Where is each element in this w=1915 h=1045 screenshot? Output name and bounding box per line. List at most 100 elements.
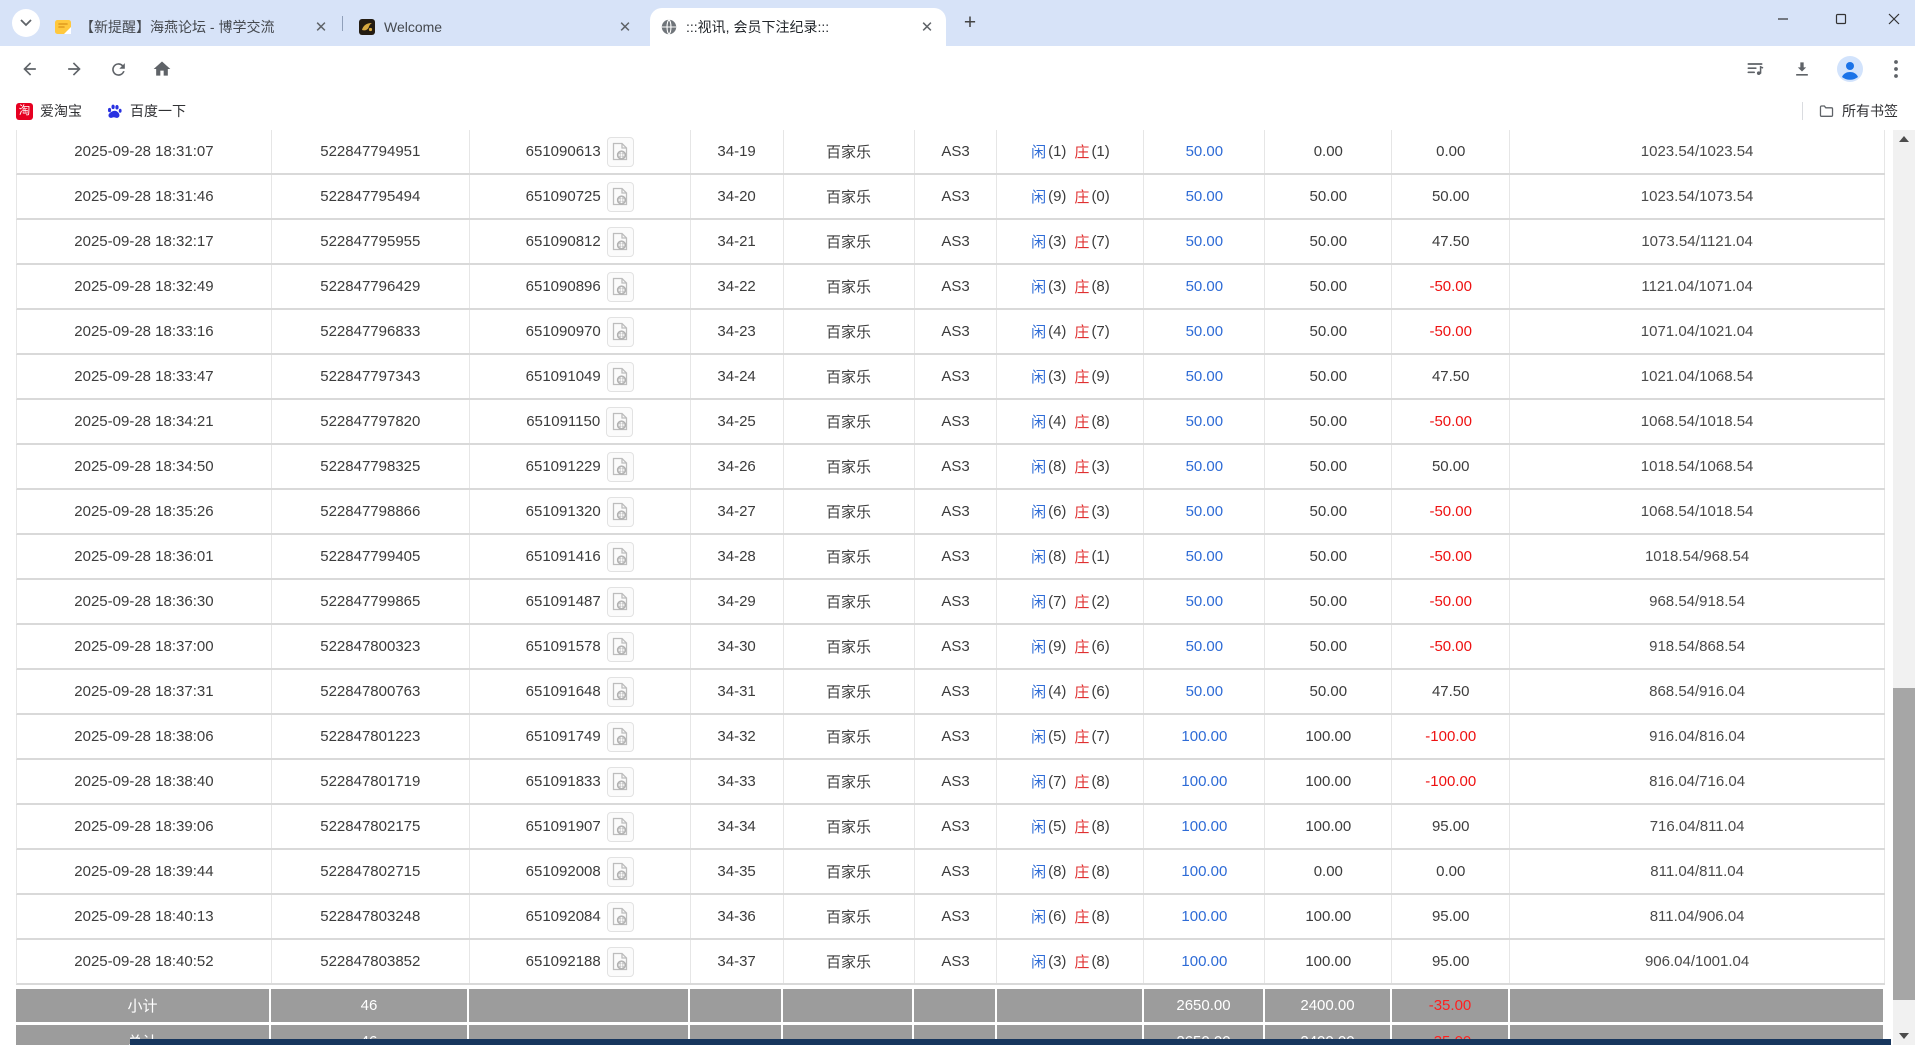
cell-round: 34-37 [691,940,784,983]
cell-round: 34-21 [691,220,784,263]
cell-result: 闲 (3) 庄 (7) [997,220,1145,263]
cell-table-code: AS3 [915,670,998,713]
cell-table-code: AS3 [915,940,998,983]
tab-close-icon[interactable]: ✕ [312,18,330,36]
vertical-scrollbar[interactable] [1893,130,1915,1045]
cell-valid-amount: 100.00 [1265,760,1393,803]
cell-valid-amount: 50.00 [1265,580,1393,623]
banker-label: 庄 [1074,684,1090,701]
tab-search-chevron-icon[interactable] [12,9,40,37]
game-id-text: 651091578 [525,638,601,655]
banker-label: 庄 [1074,144,1090,161]
cell-table-code: AS3 [915,220,998,263]
reload-icon[interactable] [106,57,130,81]
cell-win-loss: 50.00 [1392,175,1511,218]
player-label: 闲 [1031,234,1047,251]
kebab-menu-icon[interactable] [1884,57,1908,81]
bookmarks-bar: 淘 爱淘宝 百度一下 所有书签 [0,92,1915,130]
cell-game-name: 百家乐 [784,715,915,758]
cell-round: 34-35 [691,850,784,893]
cell-bet-amount: 50.00 [1144,220,1266,263]
cell-game-id: 651091487 [470,580,691,623]
new-tab-button[interactable]: + [958,12,982,36]
all-bookmarks-button[interactable]: 所有书签 [1812,98,1904,124]
game-id-text: 651090812 [525,233,601,250]
bookmark-baidu[interactable]: 百度一下 [100,98,192,124]
video-replay-icon[interactable] [606,316,634,347]
video-replay-icon[interactable] [606,811,634,842]
scrollbar-thumb[interactable] [1893,688,1915,1000]
window-maximize-button[interactable] [1818,0,1864,38]
bookmark-label: 爱淘宝 [40,103,82,119]
video-replay-icon[interactable] [606,451,634,482]
cell-game-name: 百家乐 [784,310,915,353]
table-row: 2025-09-28 18:34:21 522847797820 6510911… [16,400,1885,445]
video-replay-icon[interactable] [606,271,634,302]
cell-time: 2025-09-28 18:40:52 [17,940,272,983]
video-replay-icon[interactable] [606,766,634,797]
cell-bet-id: 522847800763 [272,670,470,713]
table-body: 2025-09-28 18:31:07 522847794951 6510906… [16,130,1885,985]
video-replay-icon[interactable] [606,136,634,167]
banker-label: 庄 [1074,234,1090,251]
player-label: 闲 [1031,324,1047,341]
video-replay-icon[interactable] [606,856,634,887]
cell-table-code: AS3 [915,625,998,668]
cell-round: 34-20 [691,175,784,218]
forward-icon[interactable] [62,57,86,81]
cell-valid-amount: 50.00 [1265,445,1393,488]
cell-time: 2025-09-28 18:32:17 [17,220,272,263]
window-close-button[interactable] [1872,0,1915,38]
window-minimize-button[interactable] [1760,0,1806,38]
scroll-down-icon[interactable] [1893,1027,1915,1045]
downloads-icon[interactable] [1790,57,1814,81]
cell-bet-id: 522847802175 [272,805,470,848]
game-id-text: 651091150 [526,413,601,430]
bookmark-taobao[interactable]: 淘 爱淘宝 [10,98,88,124]
cell-valid-amount: 50.00 [1265,355,1393,398]
tab-welcome[interactable]: Welcome ✕ [348,8,644,46]
browser-toolbar: 66cxkj98.com/game/betrecord_search/kind3… [0,46,1915,132]
cell-bet-amount: 50.00 [1144,445,1266,488]
scroll-up-icon[interactable] [1893,130,1915,148]
cell-round: 34-24 [691,355,784,398]
video-replay-icon[interactable] [606,181,634,212]
home-icon[interactable] [150,57,174,81]
video-replay-icon[interactable] [606,541,634,572]
cell-game-name: 百家乐 [784,760,915,803]
tab-close-icon[interactable]: ✕ [616,18,634,36]
cell-bet-id: 522847797343 [272,355,470,398]
cell-bet-amount: 50.00 [1144,310,1266,353]
tab-forum[interactable]: 【新提醒】海燕论坛 - 博学交流 ✕ [44,8,340,46]
table-row: 2025-09-28 18:37:00 522847800323 6510915… [16,625,1885,670]
video-replay-icon[interactable] [606,226,634,257]
tab-bet-record[interactable]: :::视讯, 会员下注纪录::: ✕ [650,8,946,46]
video-replay-icon[interactable] [606,676,634,707]
video-replay-icon[interactable] [606,361,634,392]
cell-win-loss: 0.00 [1392,130,1511,173]
video-replay-icon[interactable] [606,631,634,662]
table-row: 2025-09-28 18:37:31 522847800763 6510916… [16,670,1885,715]
cell-bet-id: 522847800323 [272,625,470,668]
cell-table-code: AS3 [915,850,998,893]
back-icon[interactable] [18,57,42,81]
cell-win-loss: 95.00 [1392,805,1511,848]
cell-balance: 968.54/918.54 [1510,580,1885,623]
cell-bet-amount: 100.00 [1144,715,1266,758]
cell-game-name: 百家乐 [784,670,915,713]
media-controls-icon[interactable] [1743,57,1767,81]
player-label: 闲 [1031,369,1047,386]
video-replay-icon[interactable] [606,946,634,977]
video-replay-icon[interactable] [606,721,634,752]
video-replay-icon[interactable] [606,406,634,437]
cell-bet-amount: 100.00 [1144,940,1266,983]
profile-avatar[interactable] [1836,55,1864,83]
cell-win-loss: -100.00 [1392,715,1511,758]
cell-table-code: AS3 [915,715,998,758]
cell-game-id: 651092084 [470,895,691,938]
tab-close-icon[interactable]: ✕ [918,18,936,36]
video-replay-icon[interactable] [606,586,634,617]
video-replay-icon[interactable] [606,901,634,932]
video-replay-icon[interactable] [606,496,634,527]
cell-result: 闲 (4) 庄 (8) [997,400,1145,443]
